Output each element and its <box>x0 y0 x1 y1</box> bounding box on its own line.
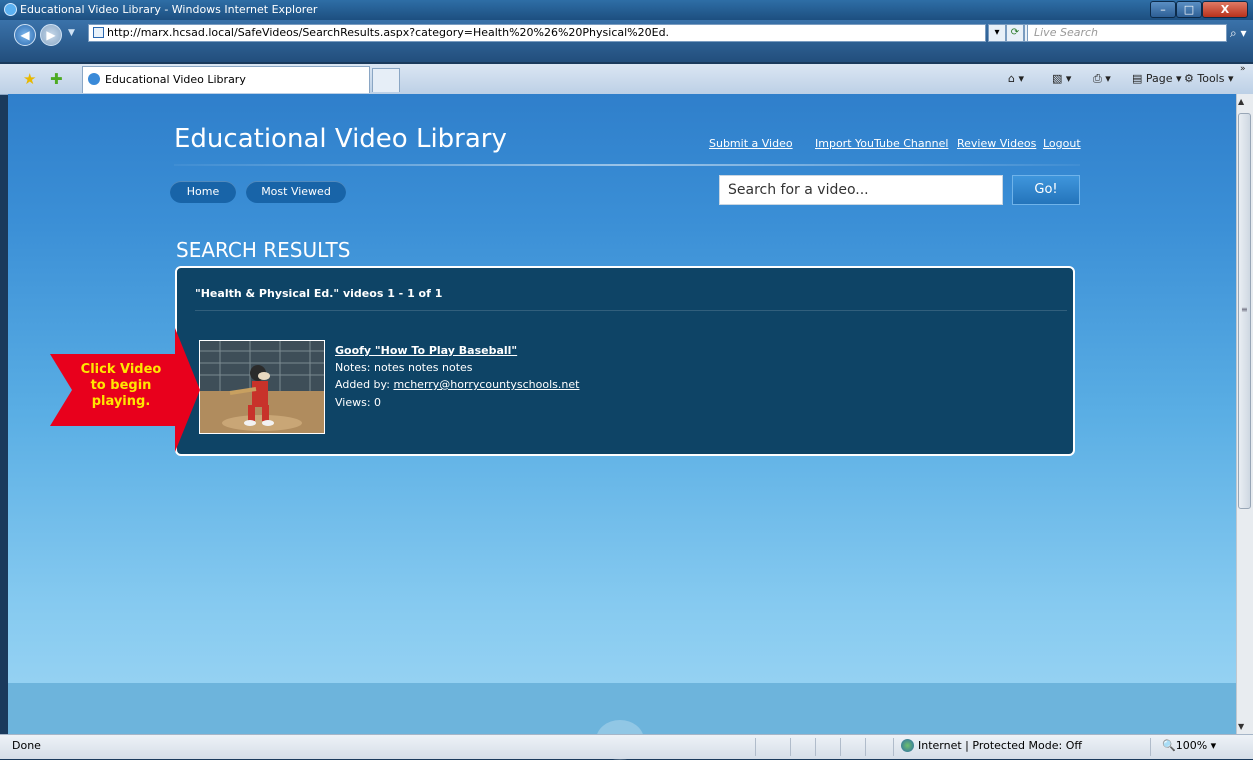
security-zone-text[interactable]: Internet | Protected Mode: Off <box>918 739 1082 752</box>
page-menu-label: Page ▾ <box>1145 72 1182 85</box>
scroll-grip-icon: ≡ <box>1241 305 1248 314</box>
video-notes: Notes: notes notes notes <box>335 361 473 374</box>
video-thumbnail[interactable] <box>199 340 325 434</box>
page-menu[interactable]: ▤ Page ▾ <box>1132 72 1182 85</box>
nav-home[interactable]: Home <box>170 181 236 203</box>
minimize-button[interactable]: – <box>1150 1 1176 18</box>
maximize-button[interactable]: □ <box>1176 1 1202 18</box>
zoom-dropdown-icon: ▾ <box>1207 739 1217 752</box>
status-divider <box>1150 738 1151 756</box>
new-tab-button[interactable] <box>372 68 400 92</box>
internet-zone-icon <box>901 739 914 752</box>
feeds-icon[interactable]: ▧ ▾ <box>1052 72 1071 85</box>
favorites-star-icon[interactable]: ★ <box>23 70 36 88</box>
tab-educational-video-library[interactable]: Educational Video Library <box>82 66 370 93</box>
tab-ie-icon <box>88 73 100 85</box>
zoom-control[interactable]: 🔍100% ▾ <box>1162 739 1216 752</box>
toolbar-overflow-icon[interactable]: » <box>1240 64 1246 74</box>
review-videos-link[interactable]: Review Videos <box>957 137 1036 150</box>
callout-line-3: playing. <box>91 394 151 409</box>
tools-menu-label: Tools ▾ <box>1197 72 1234 85</box>
results-divider <box>195 310 1067 311</box>
live-search-input[interactable]: Live Search <box>1027 24 1227 42</box>
status-text: Done <box>12 739 41 752</box>
ie-icon <box>4 3 17 16</box>
zoom-icon: 🔍 <box>1162 739 1176 752</box>
window-title: Educational Video Library - Windows Inte… <box>20 3 318 16</box>
status-divider <box>755 738 756 756</box>
scroll-up-icon[interactable]: ▲ <box>1238 97 1244 106</box>
added-by-email-link[interactable]: mcherry@horrycountyschools.net <box>393 378 579 391</box>
recent-pages-dropdown[interactable]: ▼ <box>68 28 75 38</box>
goofy-baseball-image <box>200 341 324 433</box>
url-dropdown-button[interactable]: ▾ <box>988 24 1006 42</box>
callout-line-2: to begin <box>90 378 152 393</box>
submit-video-link[interactable]: Submit a Video <box>709 137 793 150</box>
tools-menu[interactable]: ⚙ Tools ▾ <box>1184 72 1233 85</box>
video-added-by: Added by: mcherry@horrycountyschools.net <box>335 378 579 391</box>
forward-button[interactable]: ▶ <box>40 24 62 46</box>
page-icon: ▤ <box>1132 72 1146 85</box>
home-icon[interactable]: ⌂ ▾ <box>1008 72 1024 85</box>
logout-link[interactable]: Logout <box>1043 137 1081 150</box>
video-title-link[interactable]: Goofy "How To Play Baseball" <box>335 344 517 357</box>
status-divider <box>790 738 791 756</box>
url-input[interactable]: http://marx.hcsad.local/SafeVideos/Searc… <box>88 24 986 42</box>
import-youtube-link[interactable]: Import YouTube Channel <box>815 137 948 150</box>
header-divider <box>174 164 1080 166</box>
status-divider <box>865 738 866 756</box>
add-favorites-icon[interactable]: ✚ <box>50 70 63 88</box>
added-by-label: Added by: <box>335 378 394 391</box>
video-search-input[interactable]: Search for a video... <box>719 175 1003 205</box>
close-button[interactable]: X <box>1202 1 1248 18</box>
callout-text: Click Video to begin playing. <box>66 362 176 410</box>
scroll-down-icon[interactable]: ▼ <box>1238 722 1244 731</box>
zoom-level: 100% <box>1175 739 1208 752</box>
print-icon[interactable]: ⎙ ▾ <box>1093 72 1111 86</box>
status-divider <box>893 738 894 756</box>
window-titlebar: Educational Video Library - Windows Inte… <box>0 0 1253 20</box>
gear-icon: ⚙ <box>1184 72 1198 85</box>
video-views: Views: 0 <box>335 396 382 409</box>
page-icon <box>93 27 104 38</box>
status-divider <box>840 738 841 756</box>
status-divider <box>815 738 816 756</box>
site-title: Educational Video Library <box>174 124 507 154</box>
section-title: SEARCH RESULTS <box>176 238 351 262</box>
refresh-button[interactable]: ⟳ <box>1006 24 1024 42</box>
results-header: "Health & Physical Ed." videos 1 - 1 of … <box>195 287 443 300</box>
search-icon[interactable]: ⌕ ▾ <box>1230 26 1247 41</box>
callout-line-1: Click Video <box>80 362 162 377</box>
nav-most-viewed[interactable]: Most Viewed <box>246 181 346 203</box>
go-button[interactable]: Go! <box>1012 175 1080 205</box>
back-button[interactable]: ◀ <box>14 24 36 46</box>
